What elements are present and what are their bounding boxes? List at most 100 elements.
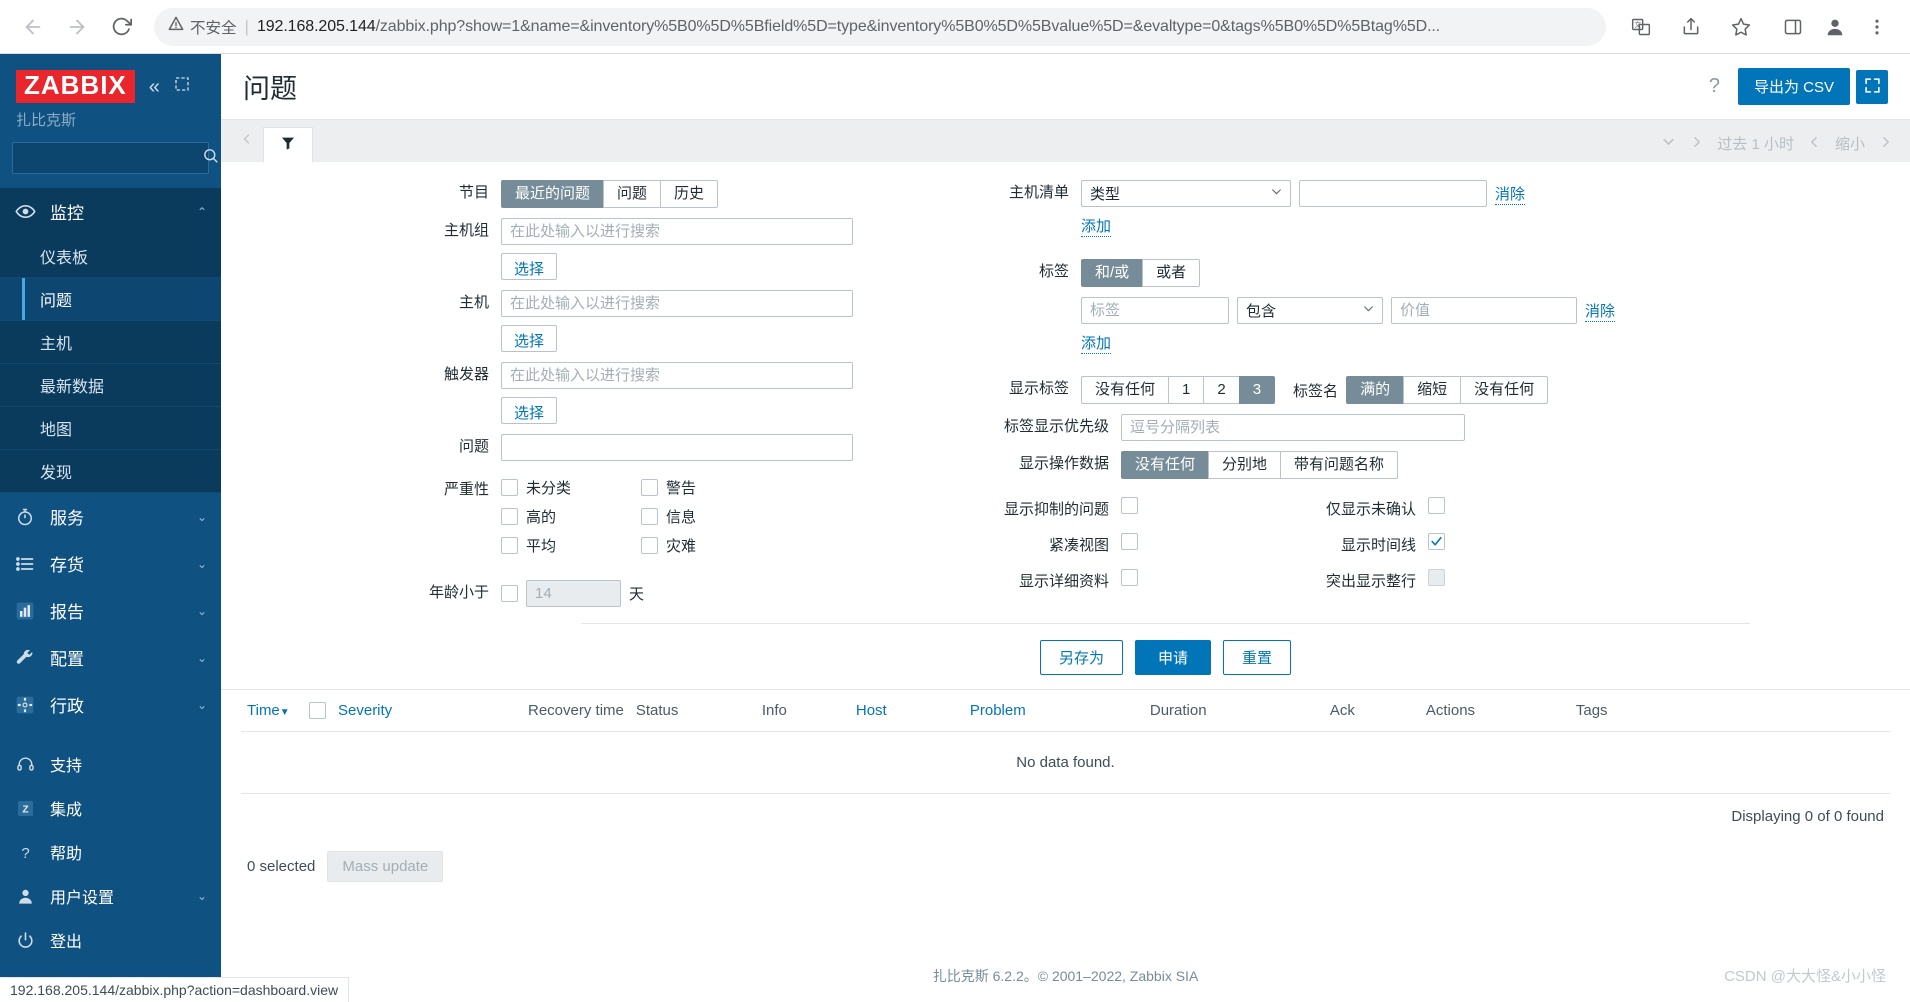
column-time[interactable]: Time▼	[241, 690, 303, 732]
select-all-checkbox[interactable]	[309, 702, 326, 719]
sidebar-item-maps[interactable]: 地图	[0, 407, 221, 451]
address-bar[interactable]: 不安全 | 192.168.205.144/zabbix.php?show=1&…	[154, 7, 1606, 46]
back-button[interactable]	[14, 8, 52, 46]
checkbox[interactable]	[641, 537, 658, 554]
checkbox[interactable]	[501, 508, 518, 525]
column-severity[interactable]: Severity	[332, 690, 522, 732]
bookmark-button[interactable]	[1722, 8, 1760, 46]
tag-evaltype-andor[interactable]: 和/或	[1081, 259, 1144, 287]
age-input[interactable]	[526, 580, 621, 607]
tag-name-input[interactable]	[1081, 297, 1229, 324]
sidebar-search[interactable]	[12, 142, 218, 175]
sidebar-group-administration[interactable]: 行政 ⌄	[0, 681, 221, 728]
show-tags-none[interactable]: 没有任何	[1081, 376, 1170, 404]
sidebar-item-integrations[interactable]: Z 集成	[0, 786, 221, 830]
severity-disaster[interactable]: 灾难	[641, 535, 781, 556]
security-indicator[interactable]: 不安全	[168, 16, 237, 38]
inventory-value-input[interactable]	[1299, 180, 1487, 207]
tag-add-link[interactable]: 添加	[1081, 332, 1112, 354]
severity-information[interactable]: 信息	[641, 506, 781, 527]
sidebar-item-user-settings[interactable]: 用户设置 ⌄	[0, 874, 221, 918]
column-host[interactable]: Host	[849, 690, 964, 732]
show-option-problems[interactable]: 问题	[603, 180, 662, 208]
show-details-checkbox[interactable]	[1121, 569, 1138, 586]
show-option-history[interactable]: 历史	[660, 180, 719, 208]
show-tags-2[interactable]: 2	[1203, 376, 1240, 404]
show-option-recent[interactable]: 最近的问题	[501, 180, 605, 208]
tag-name-shortened[interactable]: 缩短	[1403, 376, 1462, 404]
share-button[interactable]	[1672, 8, 1710, 46]
sidebar-item-hosts[interactable]: 主机	[0, 321, 221, 365]
inventory-remove-link[interactable]: 消除	[1495, 183, 1526, 205]
time-range-label[interactable]: 过去 1 小时	[1717, 133, 1794, 154]
tag-operator-select[interactable]: 包含	[1237, 297, 1383, 324]
side-panel-button[interactable]	[1774, 8, 1812, 46]
trigger-input[interactable]	[501, 362, 853, 389]
sidebar-item-latest-data[interactable]: 最新数据	[0, 364, 221, 408]
column-select-all[interactable]	[303, 690, 332, 732]
sidebar-item-problems[interactable]: 问题	[0, 278, 221, 322]
zabbix-logo[interactable]: ZABBIX	[16, 70, 135, 104]
age-checkbox[interactable]	[501, 585, 518, 602]
host-input[interactable]	[501, 290, 853, 317]
apply-button[interactable]: 申请	[1134, 640, 1211, 675]
hostgroup-input[interactable]	[501, 218, 853, 245]
compact-view-checkbox[interactable]	[1121, 533, 1138, 550]
search-icon[interactable]	[202, 147, 219, 169]
tag-name-full[interactable]: 满的	[1346, 376, 1405, 404]
page-help-icon[interactable]: ?	[1709, 75, 1720, 98]
search-input[interactable]	[21, 150, 202, 167]
tag-value-input[interactable]	[1391, 297, 1577, 324]
sidebar-group-reports[interactable]: 报告 ⌄	[0, 587, 221, 634]
trigger-select-button[interactable]: 选择	[501, 397, 558, 424]
sidebar-group-services[interactable]: 服务 ⌄	[0, 493, 221, 540]
tag-name-none[interactable]: 没有任何	[1460, 376, 1549, 404]
unack-only-checkbox[interactable]	[1428, 497, 1445, 514]
reload-button[interactable]	[102, 8, 140, 46]
sidebar-item-support[interactable]: 支持	[0, 742, 221, 786]
column-problem[interactable]: Problem	[963, 690, 1144, 732]
tag-priority-input[interactable]	[1121, 414, 1465, 441]
reset-button[interactable]: 重置	[1223, 640, 1292, 675]
sidebar-item-dashboard[interactable]: 仪表板	[0, 235, 221, 279]
severity-warning[interactable]: 警告	[641, 477, 781, 498]
show-timeline-checkbox[interactable]	[1428, 533, 1445, 550]
save-as-button[interactable]: 另存为	[1039, 640, 1123, 675]
sidebar-item-signout[interactable]: 登出	[0, 918, 221, 962]
tag-evaltype-or[interactable]: 或者	[1142, 259, 1201, 287]
severity-average[interactable]: 平均	[501, 535, 641, 556]
checkbox[interactable]	[501, 537, 518, 554]
time-next-button[interactable]	[1690, 134, 1703, 154]
sidebar-group-monitoring[interactable]: 监控 ⌃	[0, 188, 221, 236]
show-suppressed-checkbox[interactable]	[1121, 497, 1138, 514]
zoom-next-button[interactable]	[1879, 134, 1892, 154]
severity-not-classified[interactable]: 未分类	[501, 477, 641, 498]
show-tags-3[interactable]: 3	[1238, 376, 1276, 404]
forward-button[interactable]	[58, 8, 96, 46]
sidebar-item-discovery[interactable]: 发现	[0, 450, 221, 494]
inventory-field-select[interactable]: 类型	[1081, 180, 1291, 207]
sidebar-item-help[interactable]: ? 帮助	[0, 830, 221, 874]
highlight-row-checkbox[interactable]	[1428, 569, 1445, 586]
sidebar-group-inventory[interactable]: 存货 ⌄	[0, 540, 221, 587]
browser-menu-button[interactable]	[1858, 8, 1896, 46]
host-select-button[interactable]: 选择	[501, 325, 558, 352]
show-tags-1[interactable]: 1	[1168, 376, 1205, 404]
checkbox[interactable]	[641, 508, 658, 525]
sidebar-group-configuration[interactable]: 配置 ⌄	[0, 634, 221, 681]
show-opdata-with-problem-name[interactable]: 带有问题名称	[1280, 451, 1399, 479]
export-csv-button[interactable]: 导出为 CSV	[1737, 68, 1850, 105]
severity-high[interactable]: 高的	[501, 506, 641, 527]
tag-remove-link[interactable]: 消除	[1585, 300, 1616, 322]
checkbox[interactable]	[501, 479, 518, 496]
hostgroup-select-button[interactable]: 选择	[501, 253, 558, 280]
time-dropdown-button[interactable]	[1661, 134, 1676, 153]
kiosk-mode-button[interactable]	[1856, 69, 1888, 104]
translate-button[interactable]: 文	[1622, 8, 1660, 46]
profile-button[interactable]	[1816, 8, 1854, 46]
zoom-prev-button[interactable]	[1808, 134, 1821, 154]
tab-filter[interactable]	[263, 127, 313, 163]
sidebar-collapse-button[interactable]: «	[149, 77, 160, 97]
problem-input[interactable]	[501, 434, 853, 461]
inventory-add-link[interactable]: 添加	[1081, 215, 1112, 237]
